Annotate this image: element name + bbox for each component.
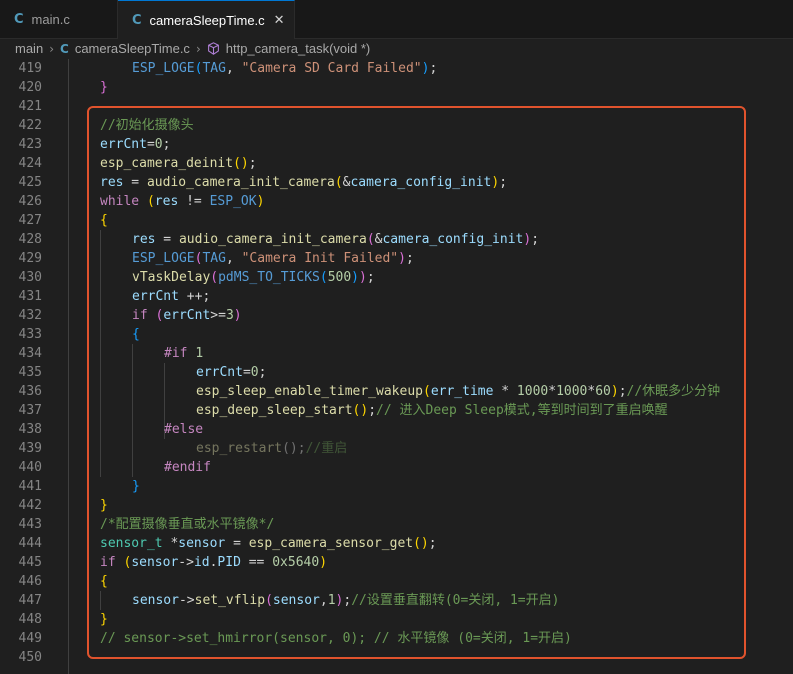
line-number: 429 xyxy=(18,251,42,266)
tab-label: main.c xyxy=(31,11,70,27)
tab-camerasleeptime-c[interactable]: C cameraSleepTime.c ✕ xyxy=(118,0,295,39)
chevron-right-icon: › xyxy=(49,41,54,56)
line-number: 434 xyxy=(18,346,42,361)
line-number: 421 xyxy=(18,99,42,114)
line-number: 441 xyxy=(18,479,42,494)
c-file-icon: C xyxy=(14,11,24,27)
line-number: 420 xyxy=(18,80,42,95)
line-number: 430 xyxy=(18,270,42,285)
tab-main-c[interactable]: C main.c xyxy=(0,0,118,38)
highlight-annotation-box xyxy=(87,106,746,659)
code-editor[interactable]: 419 ESP_LOGE(TAG, "Camera SD Card Failed"… xyxy=(0,59,793,674)
line-number: 426 xyxy=(18,194,42,209)
line-number: 439 xyxy=(18,441,42,456)
c-file-icon: C xyxy=(60,41,69,56)
breadcrumb-file[interactable]: cameraSleepTime.c xyxy=(75,41,190,56)
c-file-icon: C xyxy=(132,12,142,28)
close-icon[interactable]: ✕ xyxy=(274,13,285,28)
line-number: 440 xyxy=(18,460,42,475)
line-number: 435 xyxy=(18,365,42,380)
line-number: 433 xyxy=(18,327,42,342)
breadcrumb: main › C cameraSleepTime.c › http_camera… xyxy=(0,39,793,58)
line-number: 432 xyxy=(18,308,42,323)
line-number: 449 xyxy=(18,631,42,646)
line-number: 436 xyxy=(18,384,42,399)
line-number: 450 xyxy=(18,650,42,665)
tab-label: cameraSleepTime.c xyxy=(149,12,265,28)
method-cube-icon xyxy=(207,42,219,55)
line-number: 438 xyxy=(18,422,42,437)
line-number: 448 xyxy=(18,612,42,627)
line-number: 419 xyxy=(18,61,42,76)
code-text: ESP_LOGE(TAG, "Camera SD Card Failed"); xyxy=(132,61,438,76)
line-number: 424 xyxy=(18,156,42,171)
line-number: 443 xyxy=(18,517,42,532)
breadcrumb-folder[interactable]: main xyxy=(15,41,43,56)
line-number: 425 xyxy=(18,175,42,190)
line-number: 444 xyxy=(18,536,42,551)
code-line: 420} xyxy=(0,78,793,97)
code-line: 419 ESP_LOGE(TAG, "Camera SD Card Failed"… xyxy=(0,59,793,78)
line-number: 446 xyxy=(18,574,42,589)
editor-tab-bar: C main.c C cameraSleepTime.c ✕ xyxy=(0,0,793,39)
line-number: 445 xyxy=(18,555,42,570)
line-number: 428 xyxy=(18,232,42,247)
line-number: 442 xyxy=(18,498,42,513)
line-number: 431 xyxy=(18,289,42,304)
chevron-right-icon: › xyxy=(195,41,201,56)
line-number: 427 xyxy=(18,213,42,228)
code-text: } xyxy=(100,80,108,95)
line-number: 447 xyxy=(18,593,42,608)
line-number: 437 xyxy=(18,403,42,418)
breadcrumb-symbol[interactable]: http_camera_task(void *) xyxy=(226,41,371,56)
line-number: 423 xyxy=(18,137,42,152)
line-number: 422 xyxy=(18,118,42,133)
